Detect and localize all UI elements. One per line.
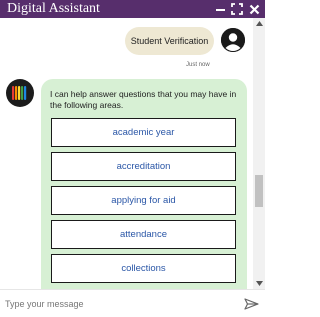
close-icon[interactable] xyxy=(247,2,261,16)
message-input[interactable] xyxy=(5,296,231,312)
bot-avatar-icon xyxy=(6,79,34,107)
user-avatar-icon xyxy=(221,28,245,52)
topic-button-collections[interactable]: collections xyxy=(51,254,236,283)
topic-button-academic-year[interactable]: academic year xyxy=(51,118,236,147)
scrollbar-thumb[interactable] xyxy=(255,175,263,207)
chat-scrollbar[interactable] xyxy=(253,18,265,289)
user-message-bubble: Student Verification xyxy=(125,27,214,55)
chat-transcript[interactable]: Student Verification Just now I can help… xyxy=(0,18,253,289)
scroll-up-arrow-icon[interactable] xyxy=(253,18,265,29)
topic-button-applying-for-aid[interactable]: applying for aid xyxy=(51,186,236,215)
bot-message-bubble: I can help answer questions that you may… xyxy=(41,79,247,289)
message-composer xyxy=(0,289,265,317)
window-title: Digital Assistant xyxy=(7,1,100,16)
message-timestamp: Just now xyxy=(186,62,210,68)
send-icon[interactable] xyxy=(243,297,259,311)
topic-button-accreditation[interactable]: accreditation xyxy=(51,152,236,181)
minimize-icon[interactable] xyxy=(213,2,227,16)
scroll-down-arrow-icon[interactable] xyxy=(253,278,265,289)
bot-message-text: I can help answer questions that you may… xyxy=(50,89,237,110)
title-bar: Digital Assistant xyxy=(0,0,265,18)
topic-button-attendance[interactable]: attendance xyxy=(51,220,236,249)
window-controls xyxy=(210,0,265,18)
expand-icon[interactable] xyxy=(230,2,244,16)
